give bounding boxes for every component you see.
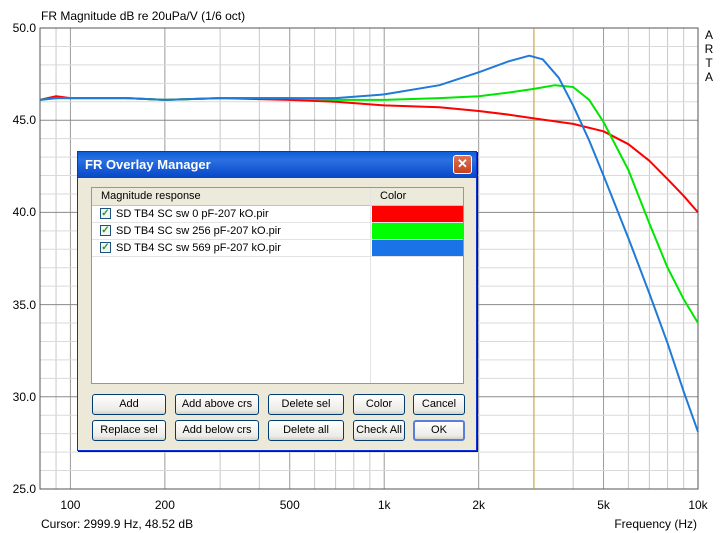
list-item-label: SD TB4 SC sw 569 pF-207 kO.pir [116, 242, 281, 254]
dialog-titlebar[interactable]: FR Overlay Manager ✕ [78, 152, 476, 178]
x-tick-label: 2k [472, 498, 485, 512]
cursor-readout: Cursor: 2999.9 Hz, 48.52 dB [41, 517, 194, 531]
x-tick-label: 500 [279, 498, 300, 512]
x-axis-label: Frequency (Hz) [614, 517, 697, 531]
checkbox[interactable]: ✓ [100, 225, 111, 236]
column-header-color[interactable]: Color [371, 188, 463, 206]
y-tick-label: 35.0 [12, 297, 36, 312]
list-item[interactable]: ✓ SD TB4 SC sw 0 pF-207 kO.pir [92, 206, 463, 223]
list-item[interactable]: ✓ SD TB4 SC sw 569 pF-207 kO.pir [92, 240, 463, 257]
x-tick-label: 200 [154, 498, 175, 512]
x-tick-label: 1k [377, 498, 391, 512]
delete-selected-button[interactable]: Delete sel [268, 394, 344, 415]
y-tick-label: 25.0 [12, 482, 36, 496]
dialog-title: FR Overlay Manager [85, 157, 211, 172]
list-item-label: SD TB4 SC sw 256 pF-207 kO.pir [116, 225, 281, 237]
add-above-cursor-button[interactable]: Add above crs [175, 394, 259, 415]
color-button[interactable]: Color [353, 394, 405, 415]
x-tick-label: 5k [597, 498, 610, 512]
delete-all-button[interactable]: Delete all [268, 420, 344, 441]
list-item-label: SD TB4 SC sw 0 pF-207 kO.pir [116, 208, 269, 220]
cancel-button[interactable]: Cancel [413, 394, 465, 415]
list-item[interactable]: ✓ SD TB4 SC sw 256 pF-207 kO.pir [92, 223, 463, 240]
replace-selected-button[interactable]: Replace sel [92, 420, 166, 441]
x-tick-label: 100 [60, 498, 81, 512]
close-icon[interactable]: ✕ [453, 155, 472, 174]
checkbox[interactable]: ✓ [100, 242, 111, 253]
color-swatch[interactable] [372, 240, 463, 256]
y-tick-label: 30.0 [12, 389, 36, 404]
y-tick-label: 45.0 [12, 113, 36, 128]
y-tick-label: 50.0 [12, 21, 36, 35]
x-tick-label: 10k [688, 498, 708, 512]
column-header-magnitude[interactable]: Magnitude response [92, 188, 371, 206]
checkbox[interactable]: ✓ [100, 208, 111, 219]
add-button[interactable]: Add [92, 394, 166, 415]
overlay-list[interactable]: Magnitude response Color ✓ SD TB4 SC sw … [91, 187, 464, 384]
y-tick-label: 40.0 [12, 205, 36, 220]
check-all-button[interactable]: Check All [353, 420, 405, 441]
overlay-manager-dialog: FR Overlay Manager ✕ Magnitude response … [77, 151, 477, 451]
color-swatch[interactable] [372, 206, 463, 222]
ok-button[interactable]: OK [413, 420, 465, 441]
add-below-cursor-button[interactable]: Add below crs [175, 420, 259, 441]
color-swatch[interactable] [372, 223, 463, 239]
